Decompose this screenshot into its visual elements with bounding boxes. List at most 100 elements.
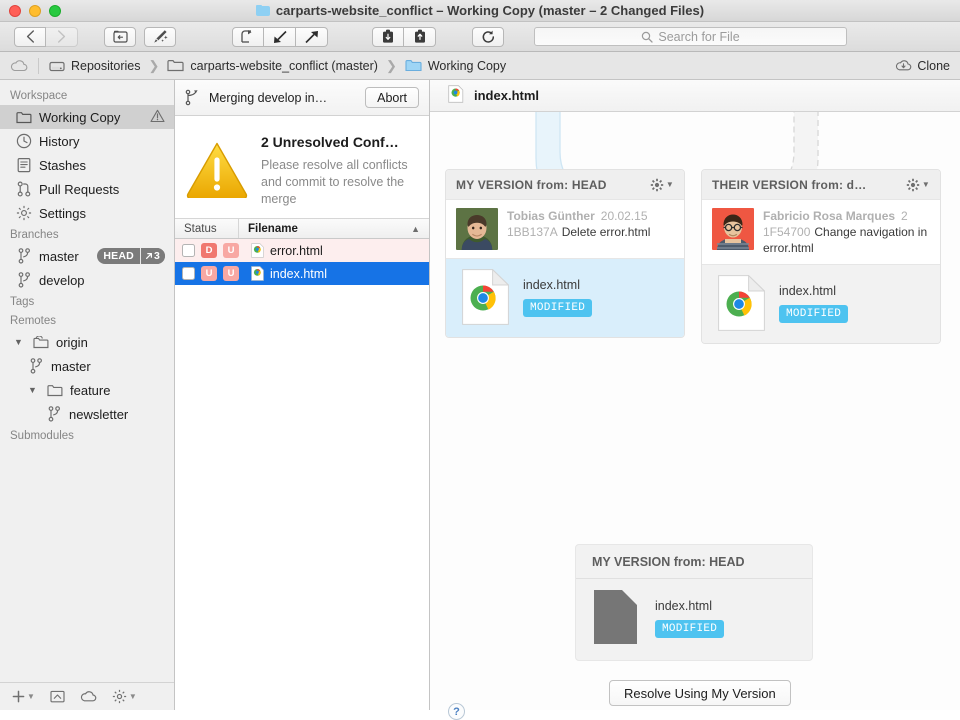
branch-icon bbox=[46, 406, 62, 422]
conflict-notice: 2 Unresolved Conf… Please resolve all co… bbox=[175, 116, 429, 218]
file-name: index.html bbox=[779, 284, 848, 298]
minimize-button[interactable] bbox=[29, 5, 41, 17]
their-version-commit-meta: Fabricio Rosa Marques2 1F54700Change nav… bbox=[763, 208, 931, 256]
file-checkbox[interactable] bbox=[182, 267, 195, 280]
search-icon bbox=[641, 31, 653, 43]
close-button[interactable] bbox=[9, 5, 21, 17]
gear-icon bbox=[112, 689, 127, 704]
their-version-file-info: index.html MODIFIED bbox=[779, 284, 848, 323]
remote-button[interactable] bbox=[80, 690, 97, 703]
breadcrumb-item-repositories[interactable]: Repositories bbox=[49, 59, 140, 73]
status-badge: D bbox=[201, 243, 217, 258]
commit-author: Tobias Günther bbox=[507, 209, 595, 223]
add-button[interactable]: ▼ bbox=[12, 690, 35, 703]
chevron-down-icon[interactable]: ▼ bbox=[14, 337, 24, 347]
plus-icon bbox=[12, 690, 25, 703]
folder-icon bbox=[47, 382, 63, 398]
gear-icon bbox=[16, 205, 32, 221]
clone-label: Clone bbox=[917, 59, 950, 73]
title-bar: carparts-website_conflict – Working Copy… bbox=[0, 0, 960, 22]
file-name: error.html bbox=[270, 244, 323, 258]
file-checkbox[interactable] bbox=[182, 244, 195, 257]
breadcrumb-label: Repositories bbox=[71, 59, 140, 73]
settings-button[interactable]: ▼ bbox=[112, 689, 137, 704]
sidebar-item-remote-master[interactable]: master bbox=[0, 354, 174, 378]
unstash-button[interactable] bbox=[404, 27, 436, 47]
column-header-filename[interactable]: Filename ▲ bbox=[239, 223, 429, 235]
forward-button[interactable] bbox=[46, 27, 78, 47]
sidebar-item-branch-master[interactable]: master HEAD 3 bbox=[0, 244, 174, 268]
terminal-button[interactable] bbox=[50, 690, 65, 703]
chrome-file-icon bbox=[718, 275, 765, 331]
my-version-author: Tobias Günther20.02.15 1BB137ADelete err… bbox=[446, 200, 684, 259]
sidebar-item-label: feature bbox=[70, 383, 110, 398]
folder-blue-icon bbox=[256, 5, 270, 16]
chevron-right-icon: ❯ bbox=[386, 58, 397, 74]
clone-button[interactable]: Clone bbox=[895, 59, 950, 73]
head-badge: HEAD 3 bbox=[97, 248, 165, 264]
sourcetree-window: carparts-website_conflict – Working Copy… bbox=[0, 0, 960, 710]
their-version-title: THEIR VERSION from: d… bbox=[712, 178, 866, 192]
magic-wand-button[interactable] bbox=[144, 27, 176, 47]
table-row[interactable]: D U error.html bbox=[175, 239, 429, 262]
zoom-button[interactable] bbox=[49, 5, 61, 17]
clock-icon bbox=[16, 133, 32, 149]
sync-button-group bbox=[232, 27, 328, 47]
sidebar-item-remote-origin[interactable]: ▼ origin bbox=[0, 330, 174, 354]
chevron-down-icon[interactable]: ▼ bbox=[28, 385, 38, 395]
abort-button[interactable]: Abort bbox=[365, 87, 419, 108]
main-toolbar: Search for File bbox=[0, 22, 960, 52]
sort-asc-icon: ▲ bbox=[411, 224, 420, 234]
sidebar-item-label: origin bbox=[56, 335, 88, 350]
push-button[interactable] bbox=[296, 27, 328, 47]
nav-buttons bbox=[14, 27, 78, 47]
column-header-status[interactable]: Status bbox=[175, 219, 239, 238]
my-version-title: MY VERSION from: HEAD bbox=[456, 178, 607, 192]
ahead-count-value: 3 bbox=[154, 250, 160, 262]
merge-status-text: Merging develop in… bbox=[209, 91, 327, 105]
chevron-down-icon: ▼ bbox=[666, 180, 674, 189]
window-controls[interactable] bbox=[0, 5, 61, 17]
pull-request-icon bbox=[16, 181, 32, 197]
sidebar-item-label: Settings bbox=[39, 206, 86, 221]
their-version-card: THEIR VERSION from: d… ▼ bbox=[701, 169, 941, 344]
cloud-icon[interactable] bbox=[10, 59, 28, 72]
discard-button[interactable] bbox=[472, 27, 504, 47]
their-version-options-button[interactable]: ▼ bbox=[906, 178, 930, 192]
sidebar-item-remote-newsletter[interactable]: newsletter bbox=[0, 402, 174, 426]
commit-author: Fabricio Rosa Marques bbox=[763, 209, 895, 223]
show-in-finder-button[interactable] bbox=[104, 27, 136, 47]
discard-button-group bbox=[472, 27, 504, 47]
branch-icon bbox=[16, 248, 32, 264]
help-button[interactable]: ? bbox=[448, 703, 465, 720]
branch-button[interactable] bbox=[232, 27, 264, 47]
sidebar-item-stashes[interactable]: Stashes bbox=[0, 153, 174, 177]
stash-button[interactable] bbox=[372, 27, 404, 47]
sidebar-item-remote-feature[interactable]: ▼ feature bbox=[0, 378, 174, 402]
pull-button[interactable] bbox=[264, 27, 296, 47]
sidebar-item-history[interactable]: History bbox=[0, 129, 174, 153]
breadcrumb-item-working-copy[interactable]: Working Copy bbox=[405, 59, 506, 73]
their-version-file[interactable]: index.html MODIFIED bbox=[702, 265, 940, 343]
merge-status-bar: Merging develop in… Abort bbox=[175, 80, 429, 116]
conflict-title: 2 Unresolved Conf… bbox=[261, 134, 417, 150]
file-table-header: Status Filename ▲ bbox=[175, 218, 429, 239]
sidebar-item-branch-develop[interactable]: develop bbox=[0, 268, 174, 292]
status-badge: U bbox=[223, 266, 239, 281]
breadcrumb-item-repo[interactable]: carparts-website_conflict (master) bbox=[167, 59, 378, 73]
sidebar-item-settings[interactable]: Settings bbox=[0, 201, 174, 225]
my-version-options-button[interactable]: ▼ bbox=[650, 178, 674, 192]
back-button[interactable] bbox=[14, 27, 46, 47]
generic-file-icon bbox=[594, 590, 641, 646]
my-version-file[interactable]: index.html MODIFIED bbox=[446, 259, 684, 337]
sidebar-item-pull-requests[interactable]: Pull Requests bbox=[0, 177, 174, 201]
file-tab[interactable]: index.html bbox=[430, 80, 960, 112]
sidebar-section-submodules: Submodules bbox=[0, 426, 174, 445]
stash-button-group bbox=[372, 27, 436, 47]
sidebar-item-label: History bbox=[39, 134, 79, 149]
search-input[interactable]: Search for File bbox=[534, 27, 847, 46]
resolve-using-my-version-button[interactable]: Resolve Using My Version bbox=[609, 680, 791, 706]
sidebar-item-working-copy[interactable]: Working Copy bbox=[0, 105, 174, 129]
arrow-up-right-icon bbox=[145, 252, 153, 260]
table-row[interactable]: U U index.html bbox=[175, 262, 429, 285]
